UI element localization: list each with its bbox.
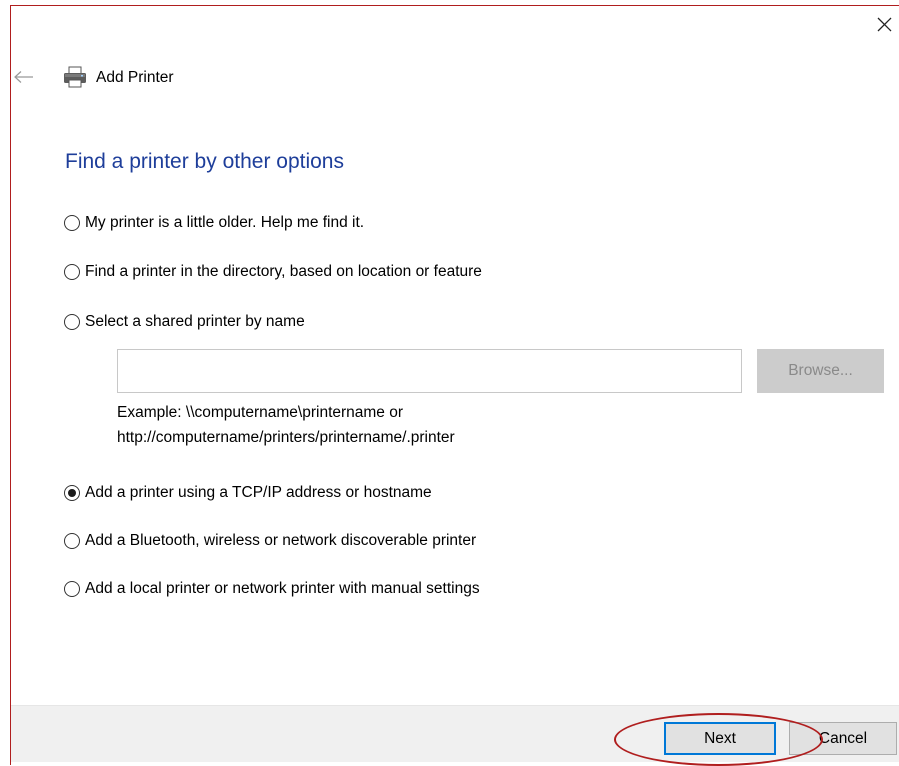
option-label: Select a shared printer by name <box>85 313 305 330</box>
browse-button[interactable]: Browse... <box>757 349 884 393</box>
option-local-manual[interactable]: Add a local printer or network printer w… <box>64 578 480 600</box>
back-button[interactable] <box>13 70 35 84</box>
next-button[interactable]: Next <box>664 722 776 755</box>
option-bluetooth-wireless[interactable]: Add a Bluetooth, wireless or network dis… <box>64 530 476 552</box>
option-directory-search[interactable]: Find a printer in the directory, based o… <box>64 261 482 283</box>
radio-directory-search[interactable] <box>64 264 80 280</box>
shared-printer-name-input[interactable] <box>117 349 742 393</box>
example-text-line2: http://computername/printers/printername… <box>117 429 455 446</box>
printer-icon <box>63 66 87 88</box>
back-arrow-icon <box>14 71 33 83</box>
option-shared-printer[interactable]: Select a shared printer by name <box>64 311 305 333</box>
radio-bluetooth-wireless[interactable] <box>64 533 80 549</box>
option-older-printer[interactable]: My printer is a little older. Help me fi… <box>64 212 364 234</box>
page-heading: Find a printer by other options <box>65 150 344 173</box>
close-icon <box>877 17 892 32</box>
radio-shared-printer[interactable] <box>64 314 80 330</box>
close-button[interactable] <box>874 14 896 36</box>
cancel-button[interactable]: Cancel <box>789 722 897 755</box>
option-label: My printer is a little older. Help me fi… <box>85 214 365 231</box>
option-label: Add a local printer or network printer w… <box>85 580 480 597</box>
option-tcpip[interactable]: Add a printer using a TCP/IP address or … <box>64 482 432 504</box>
radio-tcpip[interactable] <box>64 485 80 501</box>
option-label: Add a printer using a TCP/IP address or … <box>85 484 432 501</box>
wizard-title: Add Printer <box>96 69 174 86</box>
radio-older-printer[interactable] <box>64 215 80 231</box>
radio-local-manual[interactable] <box>64 581 80 597</box>
option-label: Find a printer in the directory, based o… <box>85 263 482 280</box>
option-label: Add a Bluetooth, wireless or network dis… <box>85 532 477 549</box>
example-text-line1: Example: \\computername\printername or <box>117 404 404 421</box>
